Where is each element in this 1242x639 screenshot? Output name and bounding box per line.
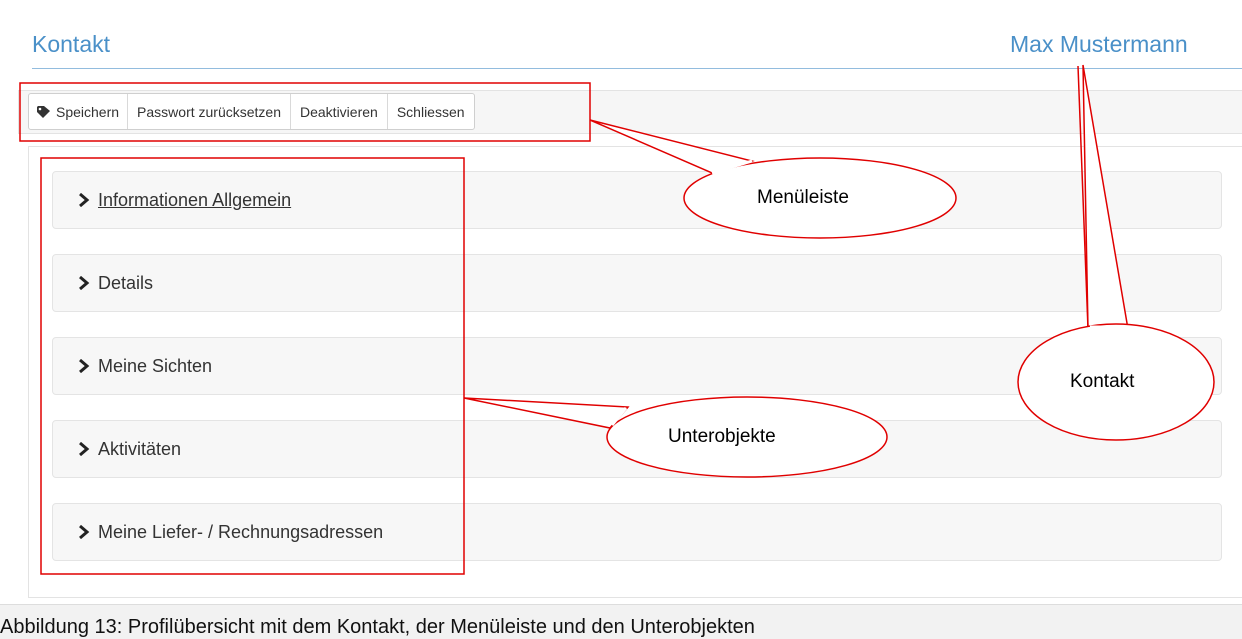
page-title: Kontakt [32,31,110,57]
contact-callout-label: Kontakt [1070,371,1135,392]
close-label: Schliessen [396,103,465,120]
section-addresses[interactable]: Meine Liefer- / Rechnungsadressen [52,503,1222,561]
menu-toolbar: Speichern Passwort zurücksetzen Deaktivi… [28,93,475,130]
deactivate-button[interactable]: Deaktivieren [291,94,388,129]
section-label: Details [98,272,154,293]
close-button[interactable]: Schliessen [388,94,474,129]
section-label: Informationen Allgemein [98,189,292,210]
figure-caption: Abbildung 13: Profilübersicht mit dem Ko… [0,616,755,638]
save-button[interactable]: Speichern [29,94,129,129]
chevron-right-icon [79,193,90,207]
subobjects-callout-label: Unterobjekte [668,426,776,447]
section-general-info[interactable]: Informationen Allgemein [52,171,1222,229]
section-details[interactable]: Details [52,254,1222,312]
screenshot-frame: Kontakt Max Mustermann Speichern Passwor… [0,0,1242,639]
save-button-label: Speichern [56,103,120,120]
section-my-views[interactable]: Meine Sichten [52,337,1222,395]
section-activities[interactable]: Aktivitäten [52,420,1222,478]
deactivate-label: Deaktivieren [300,103,378,120]
tag-icon [37,105,50,118]
section-label: Meine Sichten [98,355,213,376]
header-divider [32,68,1242,69]
user-name-link[interactable]: Max Mustermann [1010,29,1242,59]
reset-password-button[interactable]: Passwort zurücksetzen [128,94,291,129]
section-label: Aktivitäten [98,438,182,459]
chevron-right-icon [79,442,90,456]
reset-password-label: Passwort zurücksetzen [137,103,281,120]
chevron-right-icon [79,276,90,290]
app-header: Kontakt Max Mustermann [0,0,1242,72]
chevron-right-icon [79,525,90,539]
section-label: Meine Liefer- / Rechnungsadressen [98,521,384,542]
menu-callout-label: Menüleiste [757,187,849,208]
chevron-right-icon [79,359,90,373]
